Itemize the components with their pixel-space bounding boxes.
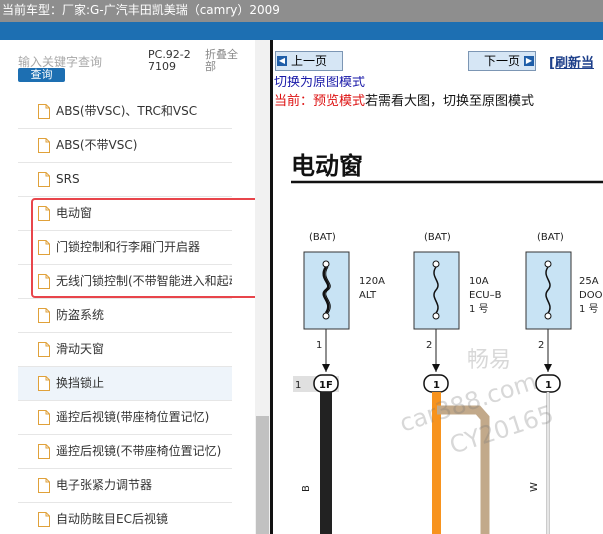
pin-number: 2 — [426, 340, 432, 351]
tree-item-label: SRS — [56, 172, 80, 186]
page-nav: ◀ 上一页 下一页 ▶ [刷新当 — [273, 40, 603, 78]
fuse-bat-label: (BAT) — [424, 232, 451, 243]
mode-status-prefix: 当前：预览模式 — [274, 94, 366, 109]
fuse-terminal — [544, 312, 552, 320]
next-page-label: 下一页 — [483, 54, 520, 68]
tree-item-label: 换挡锁止 — [56, 376, 105, 390]
prev-page-label: 上一页 — [290, 54, 327, 68]
connector-label: 1 — [545, 380, 552, 391]
document-icon — [38, 376, 50, 391]
fuse-name: ALT — [359, 290, 377, 301]
vehicle-info-bar: 当前车型：厂家:G-广汽丰田凯美瑞（camry）2009 — [0, 0, 603, 22]
pin-number: 2 — [538, 340, 544, 351]
fuse-number: 1 号 — [469, 303, 489, 315]
pc-code: PC.92-27109 — [148, 48, 191, 73]
mode-status: 当前：预览模式若需看大图，切换至原图模式 — [274, 94, 534, 110]
refresh-link[interactable]: [刷新当 — [549, 52, 594, 71]
prev-page-button[interactable]: ◀ 上一页 — [275, 51, 343, 71]
tree-item-label: 自动防眩目EC后视镜 — [56, 512, 168, 526]
sidebar: 输入关键字查询 查询 PC.92-27109 折叠全部 ABS(带VSC)、TR… — [0, 40, 270, 534]
document-icon — [38, 172, 50, 187]
wiring-diagram: 电动窗 (BAT) 120A ALT (BAT) 10A ECU–B 1 号 (… — [291, 152, 603, 534]
tree-item-label: 电子张紧力调节器 — [56, 478, 153, 492]
tree-item-label: 遥控后视镜(带座椅位置记忆) — [56, 410, 210, 424]
fuse-name: ECU–B — [469, 290, 502, 301]
document-icon — [38, 342, 50, 357]
diagram-title: 电动窗 — [291, 152, 363, 180]
document-icon — [38, 512, 50, 527]
vehicle-value: 厂家:G-广汽丰田凯美瑞（camry）2009 — [62, 3, 280, 17]
tree-item-anti-theft[interactable]: 防盗系统 — [18, 299, 232, 333]
watermark: 畅易 car388.com CY20165 — [396, 348, 557, 460]
header-band — [0, 22, 603, 40]
highlight-annotation — [31, 198, 264, 298]
pin-number: 1 — [316, 340, 322, 351]
switch-original-link[interactable]: 切换为原图模式 — [274, 76, 365, 87]
tree-item-ec-mirror[interactable]: 自动防眩目EC后视镜 — [18, 503, 232, 534]
arrow-down-icon — [322, 364, 330, 372]
sidebar-scrollbar[interactable] — [255, 40, 270, 534]
collapse-all-button[interactable]: 折叠全部 — [205, 49, 245, 73]
fuse-rating: 10A — [469, 276, 489, 287]
content-pane: ◀ 上一页 下一页 ▶ [刷新当 切换为原图模式 当前：预览模式若需看大图，切换… — [273, 40, 603, 534]
fuse-number: 1 号 — [579, 303, 599, 315]
tree-item-sunroof[interactable]: 滑动天窗 — [18, 333, 232, 367]
document-icon — [38, 308, 50, 323]
tree-item-abs-no-vsc[interactable]: ABS(不带VSC) — [18, 129, 232, 163]
scrollbar-thumb[interactable] — [256, 416, 269, 534]
fuse-terminal — [432, 312, 440, 320]
fuse-terminal — [322, 312, 330, 320]
next-page-button[interactable]: 下一页 ▶ — [468, 51, 536, 71]
search-area: 输入关键字查询 查询 PC.92-27109 折叠全部 — [0, 40, 255, 86]
fuse-rating: 120A — [359, 276, 385, 287]
tree-item-abs-vsc[interactable]: ABS(带VSC)、TRC和VSC — [18, 95, 232, 129]
arrow-down-icon — [432, 364, 440, 372]
wire-color-code: B — [301, 485, 312, 492]
tree-item-srs[interactable]: SRS — [18, 163, 232, 197]
tree-item-label: ABS(带VSC)、TRC和VSC — [56, 104, 198, 118]
arrow-left-icon: ◀ — [277, 56, 287, 66]
arrow-right-icon: ▶ — [524, 56, 534, 66]
connector-label: 1F — [319, 380, 333, 391]
fuse-terminal — [322, 260, 330, 268]
document-icon — [38, 478, 50, 493]
tree-item-label: 滑动天窗 — [56, 342, 105, 356]
connector-pin: 1 — [295, 380, 301, 391]
tree-item-mirror-memory[interactable]: 遥控后视镜(带座椅位置记忆) — [18, 401, 232, 435]
watermark-text: 畅易 — [467, 348, 511, 373]
wire-color-code: W — [529, 482, 540, 492]
document-icon — [38, 410, 50, 425]
document-icon — [38, 104, 50, 119]
fuse-terminal — [544, 260, 552, 268]
document-icon — [38, 138, 50, 153]
search-button[interactable]: 查询 — [18, 68, 65, 82]
connector-label: 1 — [433, 380, 440, 391]
document-icon — [38, 444, 50, 459]
fuse-name: DOO — [579, 290, 603, 301]
tree-item-label: ABS(不带VSC) — [56, 138, 138, 152]
tree-item-shift-lock[interactable]: 换挡锁止 — [18, 367, 232, 401]
tree-item-mirror-no-memory[interactable]: 遥控后视镜(不带座椅位置记忆) — [18, 435, 232, 469]
fuse-bat-label: (BAT) — [537, 232, 564, 243]
arrow-down-icon — [544, 364, 552, 372]
fuse-rating: 25A — [579, 276, 599, 287]
tree-item-label: 遥控后视镜(不带座椅位置记忆) — [56, 444, 222, 458]
fuse-terminal — [432, 260, 440, 268]
vehicle-label: 当前车型： — [2, 3, 63, 17]
tree-item-tensioner[interactable]: 电子张紧力调节器 — [18, 469, 232, 503]
wire-black — [320, 392, 332, 534]
tree-item-label: 防盗系统 — [56, 308, 105, 322]
mode-status-hint: 若需看大图，切换至原图模式 — [365, 94, 535, 109]
fuse-bat-label: (BAT) — [309, 232, 336, 243]
